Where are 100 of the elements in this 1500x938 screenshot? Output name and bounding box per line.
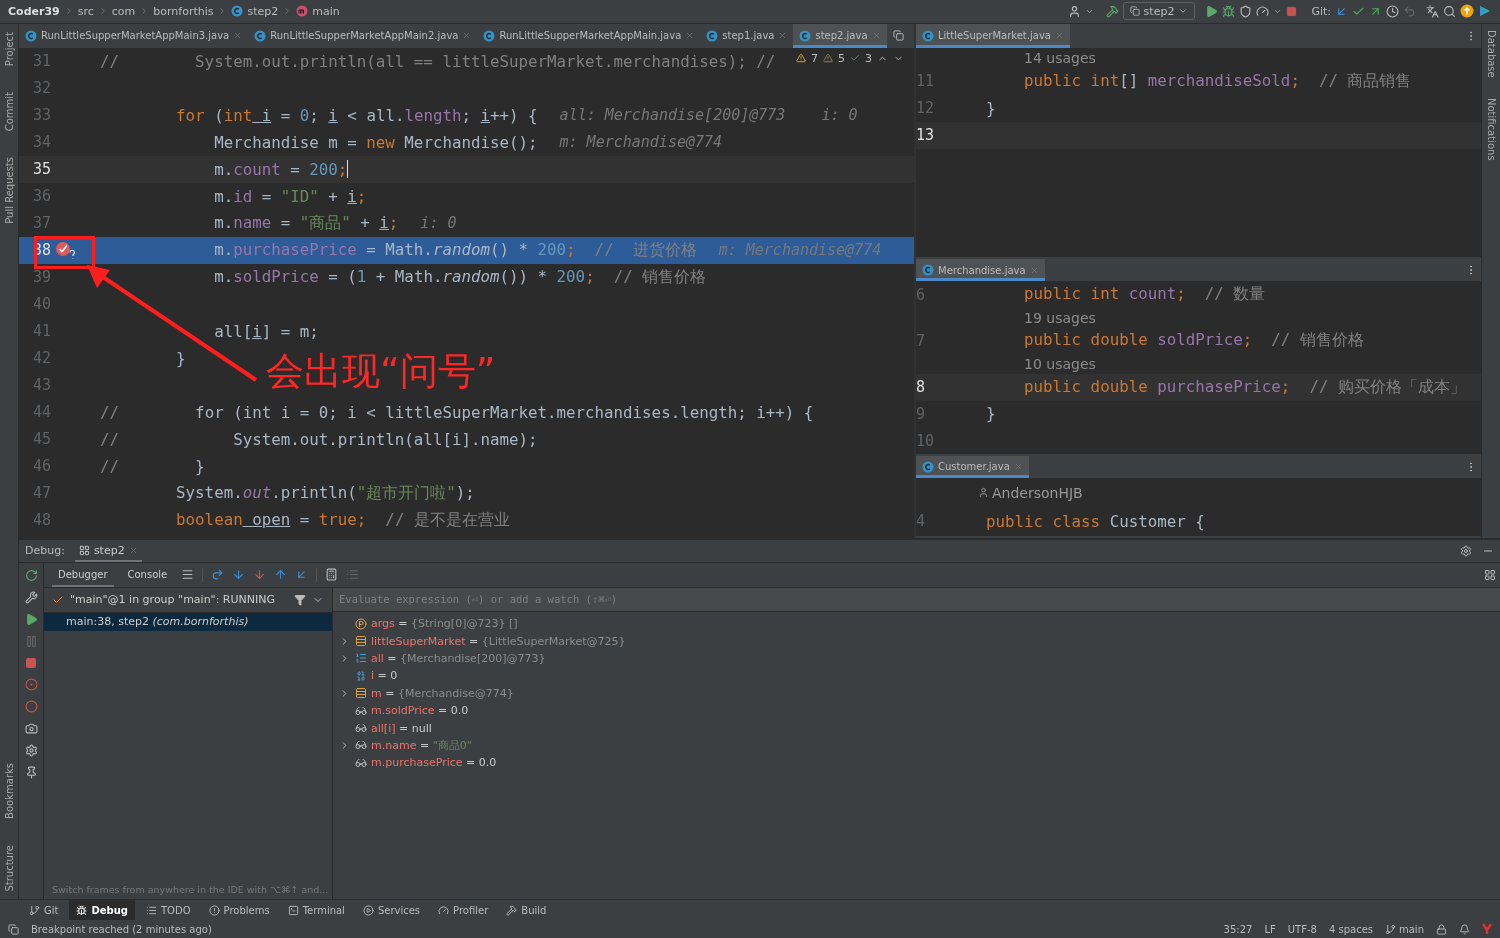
variable-entry[interactable]: m.purchasePrice = 0.0 [371,756,497,770]
step-into-icon[interactable] [232,568,246,582]
tool-window-button[interactable]: Problems [201,900,277,920]
update-icon[interactable] [1335,5,1348,18]
file-tab[interactable]: step1.java [700,23,794,48]
usages-hint[interactable]: 14 usages [1024,49,1096,66]
filter-icon[interactable] [294,593,306,606]
ok-count[interactable]: 3 [865,51,872,65]
file-encoding[interactable]: UTF-8 [1287,923,1317,935]
close-icon[interactable] [685,31,695,41]
file-tab[interactable]: Merchandise.java [916,259,1045,282]
run-icon[interactable] [1205,5,1219,18]
weak-warning-count[interactable]: 5 [838,51,845,65]
variable-entry[interactable]: args = {String[0]@723} [] [371,617,518,631]
menu-icon[interactable] [181,568,195,582]
variable-entry[interactable]: all = {Merchandise[200]@773} [371,651,546,665]
check-icon[interactable] [850,53,860,64]
caret-icon[interactable] [1273,7,1283,16]
breadcrumb[interactable]: bornforthis [153,5,214,18]
user-icon[interactable] [1067,5,1081,18]
thread-label[interactable]: "main"@1 in group "main": RUNNING [70,593,276,607]
variable-entry[interactable]: m = {Merchandise@774} [371,686,514,700]
tool-window-label[interactable]: Bookmarks [3,762,15,819]
close-icon[interactable] [128,546,138,556]
push-icon[interactable] [1369,5,1382,18]
close-icon[interactable] [462,31,472,41]
file-tab[interactable]: RunLittleSupperMarketAppMain3.java [19,23,249,48]
breadcrumb[interactable]: Coder39 [8,5,60,18]
pin-icon[interactable] [24,765,38,779]
tool-window-label[interactable]: Structure [3,844,15,892]
breadcrumb[interactable]: step2 [247,5,279,18]
session-tab[interactable]: step2 [74,539,142,562]
plugin-logo-icon[interactable] [1482,923,1492,935]
tool-window-label[interactable]: Commit [3,92,15,132]
line-separator[interactable]: LF [1264,923,1276,935]
git-branch[interactable]: main [1399,923,1424,935]
force-step-into-icon[interactable] [253,568,267,582]
tool-window-label[interactable]: Project [3,31,15,67]
app-logo-icon[interactable] [1478,4,1492,19]
breakpoints-icon[interactable] [24,677,38,691]
resume-icon[interactable] [24,612,38,626]
variable-entry[interactable]: all[i] = null [371,721,432,735]
close-icon[interactable] [233,31,243,41]
variable-entry[interactable]: m.name = "商品0" [371,737,472,753]
history-icon[interactable] [1386,5,1399,18]
tool-window-button[interactable]: Terminal [280,900,352,920]
tool-window-button[interactable]: Profiler [431,900,496,920]
step-over-icon[interactable] [211,568,225,582]
tool-window-button[interactable]: TODO [139,900,198,920]
settings-icon[interactable] [24,743,38,757]
step-out-icon[interactable] [274,568,288,582]
tool-window-label[interactable]: Database [1485,29,1497,78]
build-icon[interactable] [1105,5,1119,18]
tool-window-label[interactable]: Pull Requests [3,157,15,225]
close-icon[interactable] [778,31,788,41]
breadcrumb[interactable]: main [312,5,340,18]
warning-count[interactable]: 7 [811,51,818,65]
update-available-icon[interactable] [1460,4,1474,19]
variable-entry[interactable]: m.soldPrice = 0.0 [371,704,469,718]
variable-entry[interactable]: i = 0 [371,669,398,683]
mute-breakpoints-icon[interactable] [24,699,38,713]
tool-window-button[interactable]: Git [22,900,66,920]
usages-hint[interactable]: 19 usages [1024,309,1096,326]
warning-icon[interactable] [796,53,806,64]
stop-icon[interactable] [1286,6,1298,17]
file-icon[interactable] [892,30,904,42]
file-tab[interactable]: RunLittleSupperMarketAppMain.java [477,23,701,48]
caret-icon[interactable] [1084,7,1094,16]
debugger-tab[interactable]: Debugger [52,562,114,587]
tool-window-button[interactable]: Debug [69,900,135,920]
debug-icon[interactable] [1222,5,1236,18]
search-icon[interactable] [1443,5,1456,18]
camera-icon[interactable] [24,721,38,735]
profiler-icon[interactable] [1256,5,1270,18]
lock-icon[interactable] [1436,923,1447,935]
run-configuration[interactable]: step2 [1122,2,1196,21]
file-tab[interactable]: LittleSuperMarket.java [916,23,1070,48]
tool-window-button[interactable]: Build [499,900,554,920]
rerun-icon[interactable] [24,568,38,582]
debugger-tab[interactable]: Console [121,562,174,587]
rollback-icon[interactable] [1403,5,1416,18]
author-hint[interactable]: AndersonHJB [992,484,1083,501]
breadcrumb[interactable]: com [111,5,136,18]
cursor-position[interactable]: 35:27 [1223,923,1253,935]
commit-icon[interactable] [1352,5,1365,18]
variable-entry[interactable]: littleSuperMarket = {LittleSuperMarket@725} [371,634,626,648]
translate-icon[interactable] [1426,5,1439,18]
wrench-icon[interactable] [24,590,38,604]
file-tab[interactable]: RunLittleSupperMarketAppMain2.java [248,23,478,48]
tool-window-button[interactable]: Services [355,900,428,920]
file-tab[interactable]: step2.java [793,23,887,48]
layout-icon[interactable] [1484,568,1496,581]
evaluate-icon[interactable] [325,568,339,582]
breadcrumb[interactable]: src [77,5,94,18]
coverage-icon[interactable] [1239,5,1253,18]
usages-hint[interactable]: 10 usages [1024,356,1096,373]
notification-icon[interactable] [1459,923,1470,935]
weak-warning-icon[interactable] [823,53,833,64]
stop-icon[interactable] [25,656,37,669]
file-tab[interactable]: Customer.java [916,455,1029,478]
